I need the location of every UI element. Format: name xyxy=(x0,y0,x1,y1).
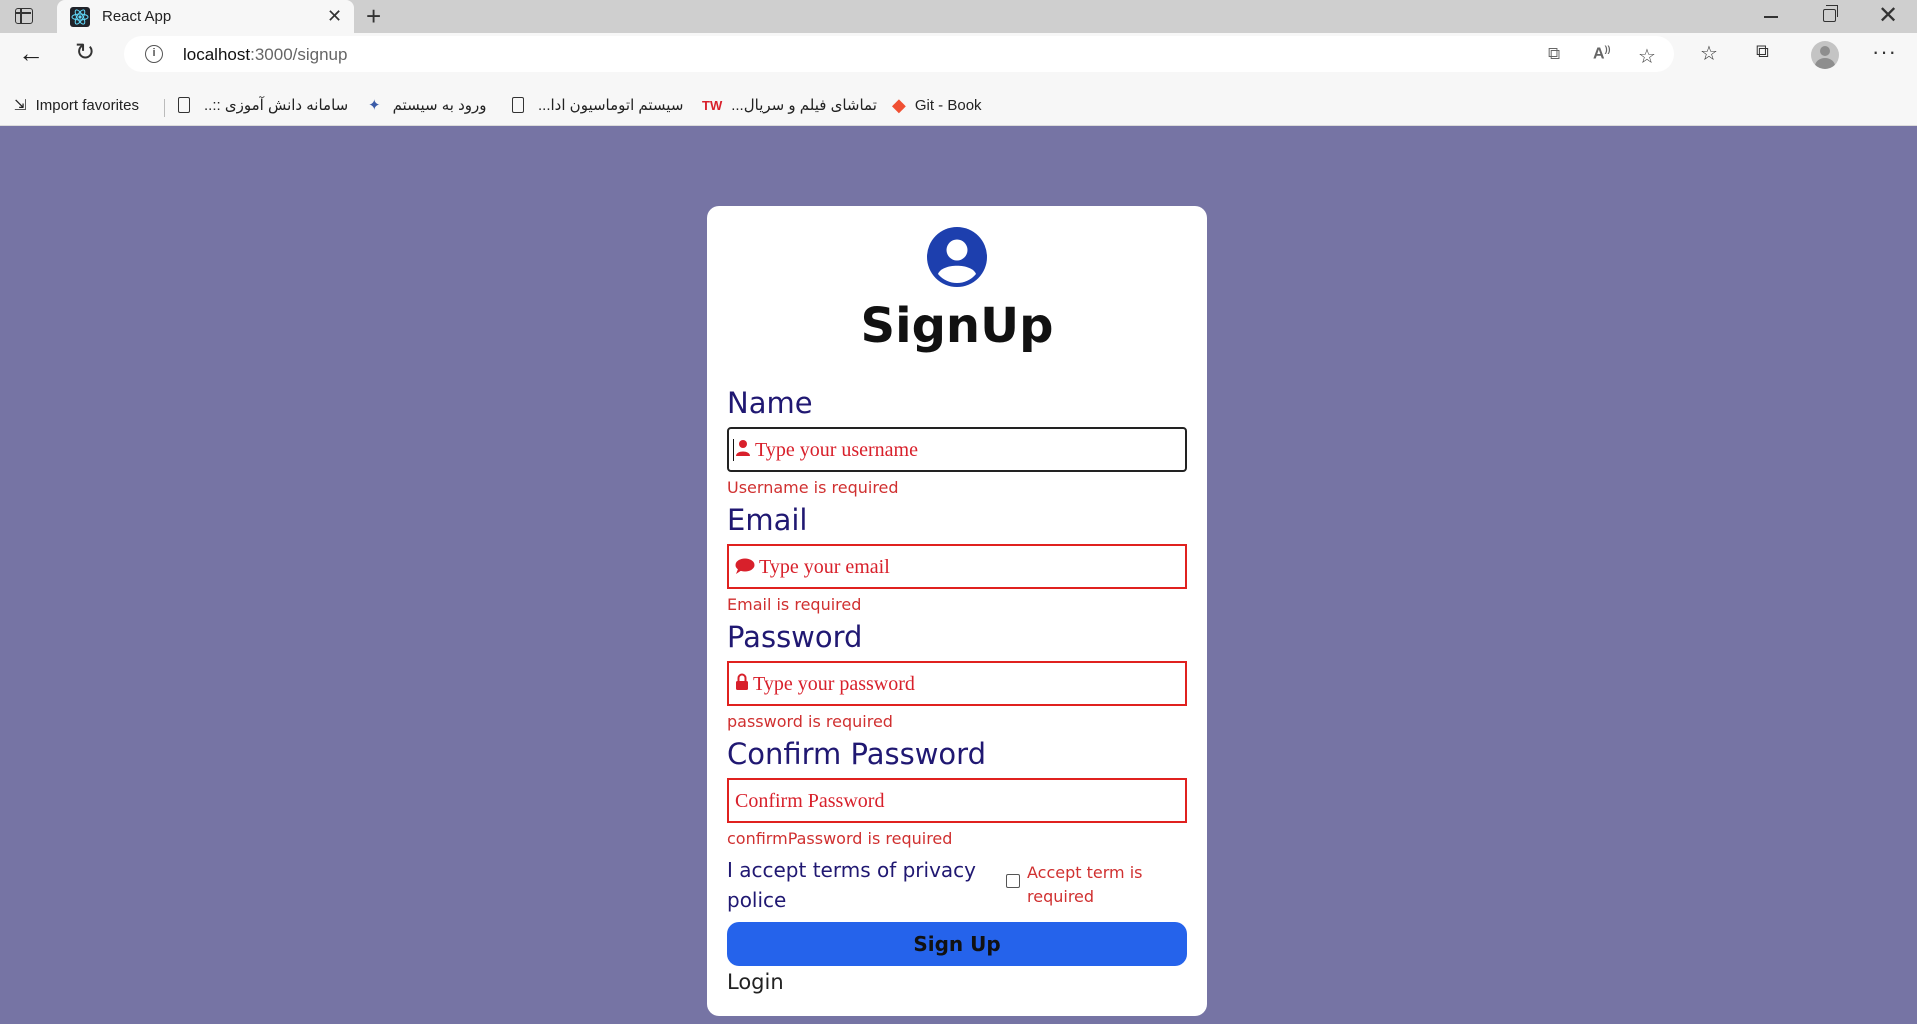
bookmark-divider xyxy=(164,99,165,117)
email-label: Email xyxy=(727,503,808,537)
bookmark-automation-system[interactable]: سیستم اتوماسیون ادا... xyxy=(512,93,683,117)
new-tab-icon[interactable]: + xyxy=(366,2,381,30)
email-input[interactable]: Type your email xyxy=(727,544,1187,589)
bookmark-label: سامانه دانش آموزی ::.. xyxy=(204,97,349,114)
add-favorite-icon[interactable]: ☆ xyxy=(1638,44,1656,69)
user-icon xyxy=(736,440,750,456)
comment-icon xyxy=(735,558,755,574)
confirm-password-error: confirmPassword is required xyxy=(727,829,953,848)
browser-toolbar: ← ↻ i localhost:3000/signup ⧉ A)) ☆ ☆ ⧉ … xyxy=(0,33,1917,126)
text-cursor xyxy=(733,439,734,461)
username-placeholder: Type your username xyxy=(755,439,918,461)
bookmark-label: Git - Book xyxy=(914,96,982,114)
page-icon xyxy=(178,97,190,113)
terms-checkbox[interactable] xyxy=(1006,874,1020,888)
react-icon xyxy=(70,7,90,27)
user-circle-icon xyxy=(927,227,987,287)
sign-up-button[interactable]: Sign Up xyxy=(727,922,1187,966)
minimize-icon[interactable] xyxy=(1764,16,1778,18)
bookmark-label: تماشای فیلم و سریال... xyxy=(731,97,877,114)
username-input[interactable]: Type your username xyxy=(727,427,1187,472)
tab-bar: React App ✕ + ✕ xyxy=(0,0,1917,34)
favorites-icon[interactable]: ☆ xyxy=(1700,41,1718,66)
close-tab-icon[interactable]: ✕ xyxy=(327,6,342,26)
close-window-icon[interactable]: ✕ xyxy=(1878,2,1898,30)
email-placeholder: Type your email xyxy=(759,556,890,578)
url-host: localhost xyxy=(183,45,251,64)
bookmark-login-system[interactable]: ✦ ورود به سیستم xyxy=(368,93,487,117)
password-placeholder: Type your password xyxy=(753,673,915,695)
signup-card: SignUp Name Type your username Username … xyxy=(707,206,1207,1016)
read-aloud-icon[interactable]: A)) xyxy=(1593,44,1611,63)
restore-icon[interactable] xyxy=(1823,5,1838,22)
logo-icon: ✦ xyxy=(368,97,381,114)
page-icon xyxy=(512,97,524,113)
more-icon[interactable]: ··· xyxy=(1872,39,1897,65)
tab-actions-icon[interactable] xyxy=(15,8,33,24)
password-input[interactable]: Type your password xyxy=(727,661,1187,706)
open-app-icon[interactable]: ⧉ xyxy=(1548,44,1560,64)
tab-title: React App xyxy=(102,8,172,25)
reload-icon[interactable]: ↻ xyxy=(75,41,95,65)
login-link[interactable]: Login xyxy=(727,970,784,994)
password-label: Password xyxy=(727,620,863,654)
bookmark-import-favorites[interactable]: ⇲ Import favorites xyxy=(14,93,139,117)
bookmark-label: سیستم اتوماسیون ادا... xyxy=(538,97,684,114)
page-title: SignUp xyxy=(860,298,1054,354)
name-label: Name xyxy=(727,386,813,420)
favorites-bar: ⇲ Import favorites سامانه دانش آموزی ::.… xyxy=(0,88,1917,126)
tw-logo-icon: TW xyxy=(702,97,723,113)
info-icon[interactable]: i xyxy=(145,45,163,63)
confirm-password-input[interactable]: Confirm Password xyxy=(727,778,1187,823)
bookmark-label: ورود به سیستم xyxy=(392,97,487,114)
bookmark-movies[interactable]: TW تماشای فیلم و سریال... xyxy=(702,93,877,117)
lock-icon xyxy=(736,673,748,690)
username-error: Username is required xyxy=(727,478,899,497)
email-error: Email is required xyxy=(727,595,862,614)
back-icon[interactable]: ← xyxy=(18,40,44,66)
url-path: :3000/signup xyxy=(250,45,348,64)
bookmark-school-system[interactable]: سامانه دانش آموزی ::.. xyxy=(178,93,348,117)
terms-error: Accept term is required xyxy=(1027,863,1143,906)
terms-label: I accept terms of privacy police xyxy=(727,858,977,912)
url-text[interactable]: localhost:3000/signup xyxy=(183,45,347,65)
profile-icon[interactable] xyxy=(1811,41,1839,69)
confirm-password-label: Confirm Password xyxy=(727,737,986,771)
bookmark-git-book[interactable]: ◆ Git - Book xyxy=(892,93,982,117)
import-icon: ⇲ xyxy=(14,97,27,114)
address-bar[interactable]: i localhost:3000/signup ⧉ A)) ☆ xyxy=(124,36,1674,72)
tab-react-app[interactable]: React App ✕ xyxy=(57,0,354,34)
password-error: password is required xyxy=(727,712,893,731)
bookmark-label: Import favorites xyxy=(35,96,139,114)
git-icon: ◆ xyxy=(892,94,906,115)
confirm-password-placeholder: Confirm Password xyxy=(735,790,885,812)
collections-icon[interactable]: ⧉ xyxy=(1756,41,1769,62)
